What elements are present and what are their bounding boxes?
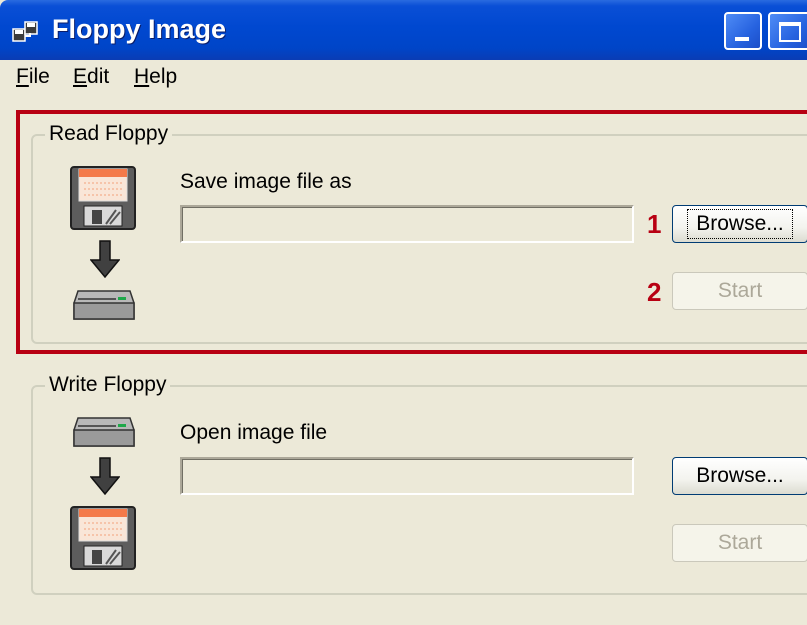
write-browse-label: Browse... <box>696 464 784 487</box>
floppy-disk-icon <box>70 166 136 230</box>
floppy-drive-icon <box>73 290 135 320</box>
menu-help[interactable]: Help <box>134 65 177 89</box>
floppy-disk-icon <box>70 506 136 570</box>
step-2-marker: 2 <box>647 277 662 307</box>
maximize-icon <box>779 22 801 42</box>
minimize-button[interactable] <box>724 12 762 50</box>
step-1-marker: 1 <box>647 209 662 239</box>
menu-edit[interactable]: Edit <box>73 65 109 89</box>
minimize-icon <box>735 37 749 41</box>
read-start-button[interactable]: Start <box>672 272 807 310</box>
floppy-stack-icon <box>12 21 38 42</box>
write-floppy-title: Write Floppy <box>45 373 171 397</box>
read-floppy-title: Read Floppy <box>45 122 173 146</box>
read-start-label: Start <box>717 279 763 302</box>
write-start-button[interactable]: Start <box>672 524 807 562</box>
floppy-drive-icon <box>73 417 135 447</box>
save-image-label: Save image file as <box>180 170 352 193</box>
menu-file[interactable]: File <box>16 65 50 89</box>
arrow-down-icon <box>90 240 120 278</box>
maximize-button[interactable] <box>768 12 807 50</box>
menu-bar: File Edit Help <box>0 60 807 96</box>
arrow-down-icon <box>90 457 120 495</box>
write-browse-button[interactable]: Browse... <box>672 457 807 495</box>
read-browse-button[interactable]: Browse... <box>672 205 807 243</box>
open-image-field[interactable] <box>180 457 634 495</box>
title-bar[interactable]: Floppy Image <box>0 0 807 60</box>
write-start-label: Start <box>717 531 763 554</box>
open-image-label: Open image file <box>180 421 328 444</box>
save-image-field[interactable] <box>180 205 634 243</box>
window-title: Floppy Image <box>52 14 227 44</box>
read-browse-label: Browse... <box>687 209 793 239</box>
